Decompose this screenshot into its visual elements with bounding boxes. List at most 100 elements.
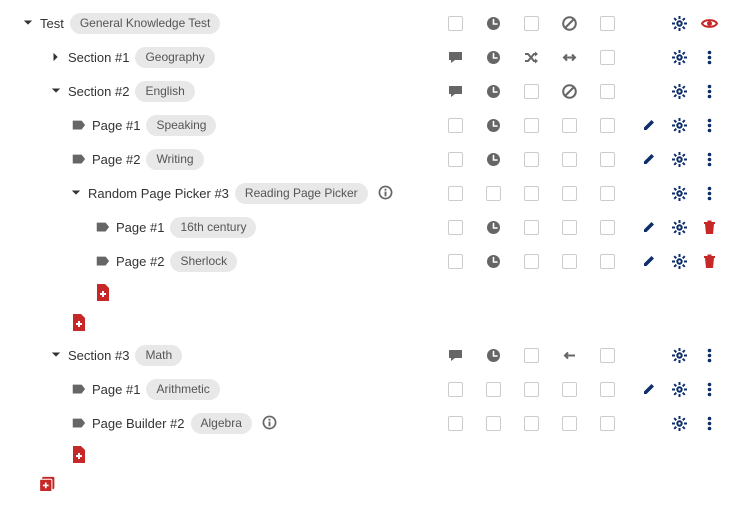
caret-down-icon[interactable] (50, 85, 62, 97)
add-page-button[interactable] (6, 440, 730, 470)
gear-icon[interactable] (664, 343, 694, 367)
col-box[interactable] (474, 377, 512, 401)
page-chip[interactable]: Arithmetic (146, 379, 219, 400)
section-row[interactable]: Section #3 Math (6, 338, 730, 372)
caret-down-icon[interactable] (50, 349, 62, 361)
page-chip[interactable]: Writing (146, 149, 203, 170)
test-row[interactable]: Test General Knowledge Test (6, 6, 730, 40)
block-icon[interactable] (550, 79, 588, 103)
gear-icon[interactable] (664, 181, 694, 205)
gear-icon[interactable] (664, 113, 694, 137)
col-box[interactable] (588, 79, 626, 103)
gear-icon[interactable] (664, 249, 694, 273)
caret-down-icon[interactable] (70, 187, 82, 199)
col-box[interactable] (588, 215, 626, 239)
col-box[interactable] (436, 411, 474, 435)
col-box[interactable] (512, 79, 550, 103)
edit-icon[interactable] (634, 215, 664, 239)
col-box[interactable] (512, 147, 550, 171)
trash-icon[interactable] (694, 249, 724, 273)
picker-row[interactable]: Random Page Picker #3 Reading Page Picke… (6, 176, 730, 210)
clock-icon[interactable] (474, 343, 512, 367)
col-box[interactable] (588, 249, 626, 273)
add-page-button[interactable] (6, 308, 730, 338)
block-icon[interactable] (550, 11, 588, 35)
gear-icon[interactable] (664, 215, 694, 239)
edit-icon[interactable] (634, 377, 664, 401)
trash-icon[interactable] (694, 215, 724, 239)
edit-icon[interactable] (634, 147, 664, 171)
back-arrow-icon[interactable] (550, 343, 588, 367)
more-vert-icon[interactable] (694, 411, 724, 435)
col-box[interactable] (550, 249, 588, 273)
chat-icon[interactable] (436, 343, 474, 367)
page-chip[interactable]: 16th century (170, 217, 256, 238)
more-vert-icon[interactable] (694, 343, 724, 367)
add-section-button[interactable] (6, 470, 730, 500)
col-box[interactable] (436, 11, 474, 35)
chat-icon[interactable] (436, 45, 474, 69)
gear-icon[interactable] (664, 45, 694, 69)
col-box[interactable] (436, 181, 474, 205)
page-row[interactable]: Page #1 Arithmetic (6, 372, 730, 406)
caret-right-icon[interactable] (50, 51, 62, 63)
col-box[interactable] (550, 215, 588, 239)
col-box[interactable] (474, 181, 512, 205)
picker-chip[interactable]: Reading Page Picker (235, 183, 368, 204)
shuffle-icon[interactable] (512, 45, 550, 69)
clock-icon[interactable] (474, 147, 512, 171)
more-vert-icon[interactable] (694, 45, 724, 69)
page-row[interactable]: Page Builder #2 Algebra (6, 406, 730, 440)
edit-icon[interactable] (634, 249, 664, 273)
col-box[interactable] (588, 147, 626, 171)
gear-icon[interactable] (664, 11, 694, 35)
col-box[interactable] (512, 11, 550, 35)
page-row[interactable]: Page #1 Speaking (6, 108, 730, 142)
col-box[interactable] (512, 343, 550, 367)
col-box[interactable] (588, 411, 626, 435)
clock-icon[interactable] (474, 45, 512, 69)
eye-icon[interactable] (694, 11, 724, 35)
page-row[interactable]: Page #2 Sherlock (6, 244, 730, 278)
col-box[interactable] (588, 11, 626, 35)
page-chip[interactable]: Algebra (191, 413, 252, 434)
more-vert-icon[interactable] (694, 377, 724, 401)
col-box[interactable] (512, 215, 550, 239)
col-box[interactable] (436, 249, 474, 273)
col-box[interactable] (474, 411, 512, 435)
col-box[interactable] (588, 377, 626, 401)
page-row[interactable]: Page #1 16th century (6, 210, 730, 244)
col-box[interactable] (512, 249, 550, 273)
clock-icon[interactable] (474, 11, 512, 35)
col-box[interactable] (588, 113, 626, 137)
edit-icon[interactable] (634, 113, 664, 137)
section-chip[interactable]: English (135, 81, 194, 102)
more-vert-icon[interactable] (694, 113, 724, 137)
col-box[interactable] (436, 377, 474, 401)
test-chip[interactable]: General Knowledge Test (70, 13, 221, 34)
col-box[interactable] (588, 45, 626, 69)
col-box[interactable] (588, 343, 626, 367)
clock-icon[interactable] (474, 215, 512, 239)
col-box[interactable] (550, 377, 588, 401)
more-vert-icon[interactable] (694, 147, 724, 171)
col-box[interactable] (550, 113, 588, 137)
page-row[interactable]: Page #2 Writing (6, 142, 730, 176)
clock-icon[interactable] (474, 249, 512, 273)
add-page-button[interactable] (6, 278, 730, 308)
gear-icon[interactable] (664, 147, 694, 171)
col-box[interactable] (436, 147, 474, 171)
more-vert-icon[interactable] (694, 181, 724, 205)
caret-down-icon[interactable] (22, 17, 34, 29)
gear-icon[interactable] (664, 411, 694, 435)
gear-icon[interactable] (664, 377, 694, 401)
col-box[interactable] (512, 411, 550, 435)
col-box[interactable] (436, 113, 474, 137)
gear-icon[interactable] (664, 79, 694, 103)
info-icon[interactable] (378, 185, 394, 201)
section-row[interactable]: Section #1 Geography (6, 40, 730, 74)
swap-icon[interactable] (550, 45, 588, 69)
more-vert-icon[interactable] (694, 79, 724, 103)
col-box[interactable] (550, 181, 588, 205)
col-box[interactable] (512, 113, 550, 137)
